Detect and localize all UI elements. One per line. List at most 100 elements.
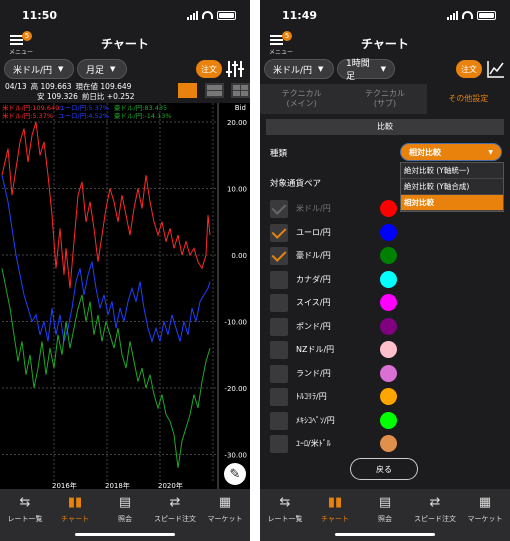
pairs-label: 対象通貨ペア bbox=[270, 179, 322, 189]
tab-label: スピード注文 bbox=[154, 515, 196, 523]
pair-color-swatch[interactable] bbox=[380, 294, 397, 311]
pair-row: ランド/円 bbox=[270, 364, 397, 384]
tab-label: チャート bbox=[321, 515, 349, 523]
option-relative[interactable]: 相対比較 bbox=[401, 195, 503, 211]
menu-button[interactable]: 5 メニュー bbox=[268, 31, 294, 56]
pair-row: スイス/円 bbox=[270, 293, 397, 313]
tab-market[interactable]: ▦ マーケット bbox=[460, 489, 510, 541]
battery-icon bbox=[217, 10, 236, 20]
four-grid-layout-button[interactable] bbox=[231, 83, 250, 98]
pair-checkbox[interactable] bbox=[270, 270, 288, 289]
tab-label: マーケット bbox=[467, 515, 503, 523]
home-indicator bbox=[75, 533, 175, 536]
tab-label: 照会 bbox=[118, 515, 132, 523]
bid-label: Bid bbox=[235, 104, 246, 112]
tab-label: スピード注文 bbox=[414, 515, 456, 523]
period-dropdown[interactable]: 月足 ▼ bbox=[77, 59, 127, 79]
inquiry-icon: ▤ bbox=[118, 495, 132, 510]
pair-checkbox[interactable] bbox=[270, 435, 288, 453]
pair-color-swatch[interactable] bbox=[380, 435, 397, 452]
pair-row: ポンド/円 bbox=[270, 317, 397, 337]
chart-toolbar: 米ドル/円 ▼ 月足 ▼ 注文 bbox=[0, 56, 250, 82]
eur-jpy-series bbox=[1, 175, 211, 344]
comparison-chart[interactable]: 20.00 10.00 0.00 -10.00 -20.00 -30.00 2016年 201… bbox=[0, 103, 250, 489]
pair-row: NZドル/円 bbox=[270, 340, 397, 360]
x-tick-label: 2018年 bbox=[105, 481, 130, 489]
menu-label: メニュー bbox=[269, 49, 294, 56]
info-date: 04/13 bbox=[5, 82, 27, 91]
pair-checkbox[interactable] bbox=[270, 411, 288, 430]
back-button[interactable]: 戻る bbox=[350, 458, 418, 480]
pair-checkbox[interactable] bbox=[270, 294, 288, 312]
info-low: 安 109.326 bbox=[37, 91, 78, 101]
pair-checkbox[interactable] bbox=[270, 388, 288, 406]
two-row-layout-button[interactable] bbox=[205, 83, 224, 98]
menu-label: メニュー bbox=[9, 49, 34, 56]
line-chart-icon[interactable] bbox=[486, 59, 506, 79]
pair-color-swatch[interactable] bbox=[380, 247, 397, 264]
pair-row: ﾒｷｼｺﾍﾟｿ/円 bbox=[270, 411, 397, 431]
y-tick-label: -20.00 bbox=[224, 385, 247, 393]
single-layout-button[interactable] bbox=[178, 83, 197, 98]
period-dropdown[interactable]: 1時間足 ▼ bbox=[337, 59, 395, 82]
page-title: チャート bbox=[101, 36, 149, 51]
pair-color-swatch[interactable] bbox=[380, 270, 397, 288]
settings-sliders-icon[interactable] bbox=[224, 59, 246, 79]
pair-color-swatch[interactable] bbox=[380, 364, 397, 382]
rate-list-icon: ⇆ bbox=[19, 495, 31, 510]
tab-market[interactable]: ▦ マーケット bbox=[200, 489, 250, 541]
pair-checkbox[interactable] bbox=[270, 200, 288, 218]
pair-checkbox[interactable] bbox=[270, 317, 288, 336]
y-tick-label: -30.00 bbox=[224, 452, 247, 460]
pair-checkbox[interactable] bbox=[270, 247, 288, 265]
pair-name: ユーロ/円 bbox=[296, 227, 331, 237]
pair-name: カナダ/円 bbox=[296, 274, 331, 284]
currency-pair-dropdown[interactable]: 米ドル/円 ▼ bbox=[4, 59, 74, 79]
pair-color-swatch[interactable] bbox=[380, 317, 397, 335]
market-icon: ▦ bbox=[218, 495, 232, 510]
status-time: 11:49 bbox=[282, 8, 318, 22]
speed-order-icon: ⇄ bbox=[169, 495, 181, 510]
order-button[interactable]: 注文 bbox=[456, 60, 482, 78]
menu-button[interactable]: 5 メニュー bbox=[8, 31, 34, 56]
order-button[interactable]: 注文 bbox=[196, 60, 222, 78]
tab-technical-sub[interactable]: テクニカル (サブ) bbox=[343, 84, 426, 114]
pair-row: ﾄﾙｺﾘﾗ/円 bbox=[270, 387, 397, 407]
info-high: 高 109.663 bbox=[30, 82, 72, 91]
caret-down-icon: ▼ bbox=[110, 65, 116, 73]
legend-entry: 豪ドル/円:-14.13% bbox=[114, 111, 172, 120]
battery-icon bbox=[477, 10, 496, 20]
currency-pair-dropdown[interactable]: 米ドル/円 ▼ bbox=[264, 59, 334, 79]
status-time: 11:50 bbox=[22, 8, 58, 22]
app-header: 5 メニュー チャート bbox=[260, 30, 510, 56]
pair-color-swatch[interactable] bbox=[380, 223, 397, 241]
pair-name: 米ドル/円 bbox=[296, 204, 331, 213]
legend-entry: ユーロ/円:5.37% bbox=[58, 104, 109, 112]
chart-icon: ▮▮ bbox=[327, 495, 343, 510]
pair-color-swatch[interactable] bbox=[380, 411, 397, 429]
market-icon: ▦ bbox=[478, 495, 492, 510]
pencil-icon[interactable]: ✎ bbox=[224, 463, 246, 485]
pair-checkbox[interactable] bbox=[270, 364, 288, 383]
tab-rate-list[interactable]: ⇆ レート一覧 bbox=[260, 489, 310, 541]
tab-other-settings[interactable]: その他設定 bbox=[426, 84, 510, 114]
option-absolute-unified[interactable]: 絶対比較 (Y軸統一) bbox=[401, 163, 503, 179]
chart-icon: ▮▮ bbox=[67, 495, 83, 510]
tab-label: チャート bbox=[61, 515, 89, 523]
pair-color-swatch[interactable] bbox=[380, 200, 397, 217]
tab-rate-list[interactable]: ⇆ レート一覧 bbox=[0, 489, 50, 541]
tab-technical-main[interactable]: テクニカル (メイン) bbox=[260, 84, 343, 114]
comparison-type-select[interactable]: 相対比較 ▼ bbox=[400, 143, 502, 161]
pair-name: ポンド/円 bbox=[296, 321, 331, 331]
pair-row: カナダ/円 bbox=[270, 270, 397, 290]
legend-entry: 豪ドル/円:83.435 bbox=[114, 103, 167, 112]
option-absolute-combined[interactable]: 絶対比較 (Y軸合成) bbox=[401, 179, 503, 195]
type-label: 種類 bbox=[270, 149, 288, 159]
pair-name: ランド/円 bbox=[296, 368, 331, 378]
legend-entry: 米ドル/円:109.649 bbox=[2, 103, 59, 112]
pair-checkbox[interactable] bbox=[270, 341, 288, 359]
pair-name: 豪ドル/円 bbox=[296, 251, 331, 260]
pair-checkbox[interactable] bbox=[270, 223, 288, 242]
pair-color-swatch[interactable] bbox=[380, 388, 397, 405]
pair-color-swatch[interactable] bbox=[380, 341, 397, 358]
